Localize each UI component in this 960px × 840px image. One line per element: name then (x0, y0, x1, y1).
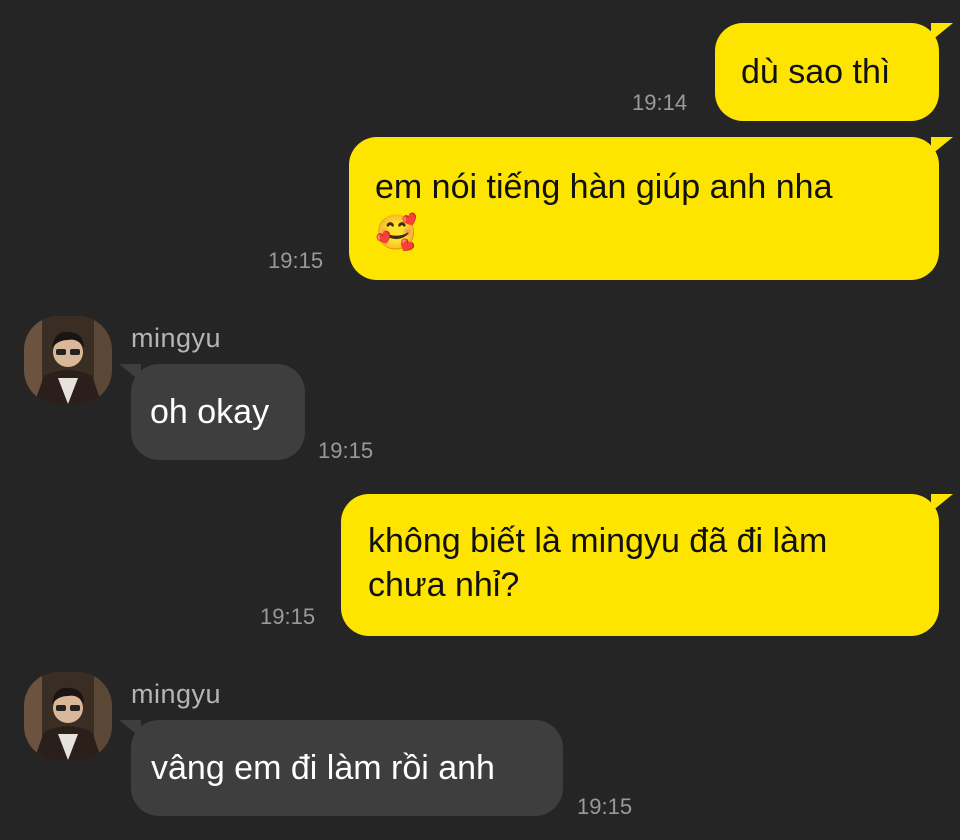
message-timestamp: 19:15 (268, 248, 324, 273)
message-text-line: chưa nhỉ? (368, 566, 520, 604)
outgoing-message-bubble[interactable]: dù sao thì (715, 23, 953, 121)
profile-photo-icon (24, 672, 112, 760)
incoming-message-bubble[interactable]: oh okay (119, 364, 305, 460)
message-text: em nói tiếng hàn giúp anh nha (375, 168, 833, 206)
message-text: vâng em đi làm rồi anh (151, 749, 495, 787)
sender-name: mingyu (131, 323, 222, 353)
avatar[interactable] (24, 672, 112, 760)
outgoing-message-bubble[interactable]: không biết là mingyu đã đi làm chưa nhỉ? (341, 494, 953, 636)
message-timestamp: 19:15 (318, 438, 374, 463)
sender-name: mingyu (131, 679, 222, 709)
bubble-tail (931, 137, 953, 155)
message-timestamp: 19:15 (260, 604, 316, 629)
bubble-tail (119, 364, 141, 382)
message-text-line: không biết là mingyu đã đi làm (368, 522, 828, 560)
message-text: oh okay (150, 393, 270, 431)
avatar[interactable] (24, 316, 112, 404)
message-text: dù sao thì (741, 53, 891, 91)
smiling-face-with-hearts-icon: 🥰 (375, 213, 418, 253)
bubble-tail (931, 494, 953, 512)
message-timestamp: 19:15 (577, 794, 633, 819)
bubble-tail (931, 23, 953, 41)
incoming-message-bubble[interactable]: vâng em đi làm rồi anh (119, 720, 563, 816)
message-timestamp: 19:14 (632, 90, 688, 115)
outgoing-message-bubble[interactable]: em nói tiếng hàn giúp anh nha 🥰 (349, 137, 953, 280)
profile-photo-icon (24, 316, 112, 404)
bubble-tail (119, 720, 141, 738)
chat-window: 19:14 dù sao thì 19:15 em nói tiếng hàn … (0, 0, 960, 840)
